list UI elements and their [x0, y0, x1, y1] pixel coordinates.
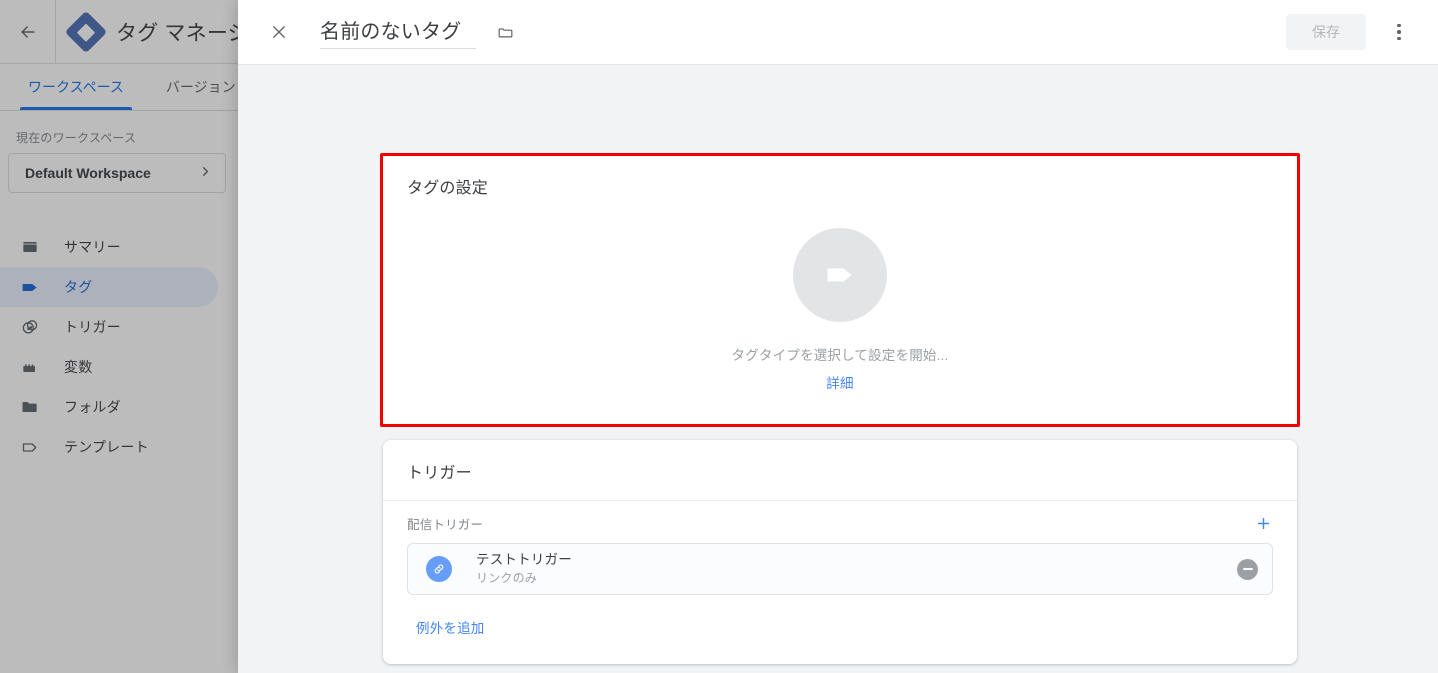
tag-configuration-title: タグの設定 [407, 180, 489, 197]
tag-name-input[interactable]: 名前のないタグ [320, 15, 476, 49]
firing-triggers-label: 配信トリガー [407, 517, 484, 532]
triggers-card: トリガー 配信トリガー テストトリガー リンクのみ 例外を追加 [383, 440, 1297, 664]
more-vert-icon[interactable] [1380, 13, 1418, 51]
tag-editor-modal: 名前のないタグ 保存 タグの設定 タグタイプを選択して設定を開始... 詳細 ト… [238, 0, 1438, 673]
trigger-row-texts: テストトリガー リンクのみ [476, 552, 572, 586]
tag-configuration-empty-text: タグタイプを選択して設定を開始... [731, 348, 949, 363]
tag-configuration-empty-state: タグタイプを選択して設定を開始... 詳細 [383, 228, 1297, 392]
modal-header: 名前のないタグ 保存 [238, 0, 1438, 65]
save-button-label: 保存 [1312, 24, 1340, 40]
plus-icon[interactable] [1249, 509, 1277, 537]
table-row[interactable]: テストトリガー リンクのみ [407, 543, 1273, 595]
minus-circle-icon[interactable] [1237, 558, 1258, 580]
modal-body: タグの設定 タグタイプを選択して設定を開始... 詳細 トリガー 配信トリガー [238, 65, 1438, 673]
tag-name-value: 名前のないタグ [320, 21, 462, 43]
triggers-divider [383, 500, 1297, 501]
triggers-title: トリガー [407, 465, 472, 482]
tag-configuration-details-link[interactable]: 詳細 [826, 372, 853, 392]
close-icon[interactable] [262, 15, 296, 49]
tag-placeholder-icon [793, 228, 887, 322]
save-button[interactable]: 保存 [1286, 14, 1366, 50]
trigger-row-name: テストトリガー [476, 552, 572, 568]
add-exception-link[interactable]: 例外を追加 [416, 617, 485, 637]
firing-triggers-header: 配信トリガー [407, 508, 1277, 538]
link-icon [426, 556, 452, 582]
folder-outline-icon[interactable] [492, 19, 518, 45]
tag-configuration-card[interactable]: タグの設定 タグタイプを選択して設定を開始... 詳細 [383, 156, 1297, 424]
trigger-row-subtitle: リンクのみ [476, 570, 538, 585]
